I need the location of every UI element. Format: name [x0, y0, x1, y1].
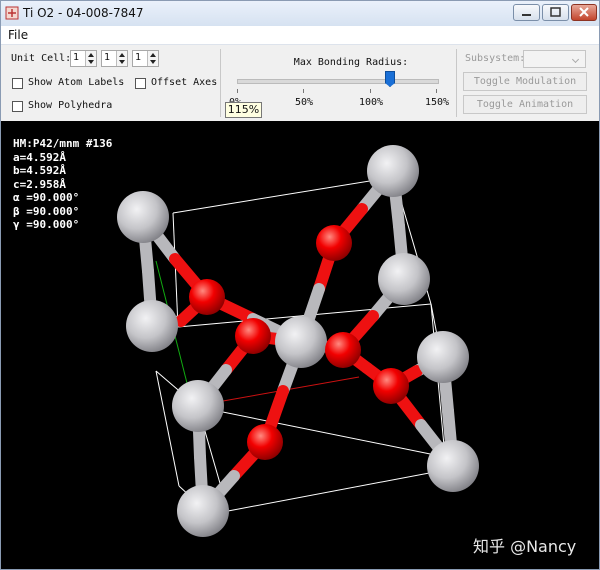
structure-viewport[interactable]: HM:P42/mnm #136 a=4.592Å b=4.592Å c=2.95… [1, 121, 599, 569]
app-window: Ti O2 - 04-008-7847 File Unit Cell: 1 1 … [0, 0, 600, 570]
spinner-arrows-icon[interactable] [85, 51, 96, 66]
slider-tick [436, 89, 437, 93]
angle-gamma-text: γ =90.000° [13, 218, 80, 231]
bonding-radius-label: Max Bonding Radius: [293, 57, 409, 68]
control-panel: Unit Cell: 1 1 1 Show Atom Labels Offset… [1, 45, 599, 121]
unit-cell-b-value: 1 [104, 52, 111, 63]
slider-tick-label: 150% [425, 97, 450, 108]
lattice-b-text: b=4.592Å [13, 164, 66, 177]
unit-cell-b-spinner[interactable]: 1 [101, 50, 128, 67]
unit-cell-a-value: 1 [73, 52, 80, 63]
menu-bar: File [1, 26, 599, 45]
title-bar[interactable]: Ti O2 - 04-008-7847 [1, 1, 599, 26]
toggle-animation-button[interactable]: Toggle Animation [463, 95, 587, 114]
titanium-atom [177, 485, 229, 537]
slider-tick [237, 89, 238, 93]
unit-cell-a-spinner[interactable]: 1 [70, 50, 97, 67]
titanium-atom [378, 253, 430, 305]
app-icon [5, 6, 19, 20]
slider-tick [370, 89, 371, 93]
spinner-arrows-icon[interactable] [147, 51, 158, 66]
slider-tick [303, 89, 304, 93]
minimize-icon [522, 14, 531, 16]
bonding-radius-slider-thumb[interactable] [385, 71, 395, 87]
close-icon [579, 7, 589, 17]
menu-file[interactable]: File [8, 28, 28, 42]
atoms [117, 145, 479, 537]
show-atom-labels-label[interactable]: Show Atom Labels [28, 77, 124, 88]
offset-axes-label[interactable]: Offset Axes [151, 77, 217, 88]
oxygen-atom [189, 279, 225, 315]
subsystem-label: Subsystem: [465, 53, 526, 64]
lattice-c-text: c=2.958Å [13, 177, 66, 191]
angle-alpha-text: α =90.000° [13, 191, 80, 204]
separator [220, 49, 221, 117]
unit-cell-label: Unit Cell: [11, 53, 72, 64]
maximize-button[interactable] [542, 4, 569, 21]
offset-axes-checkbox[interactable] [135, 78, 146, 89]
titanium-atom [172, 380, 224, 432]
oxygen-atom [316, 225, 352, 261]
close-button[interactable] [571, 4, 597, 21]
show-polyhedra-checkbox[interactable] [12, 101, 23, 112]
titanium-atom [417, 331, 469, 383]
minimize-button[interactable] [513, 4, 540, 21]
oxygen-atom [373, 368, 409, 404]
titanium-atom [367, 145, 419, 197]
toggle-modulation-button[interactable]: Toggle Modulation [463, 72, 587, 91]
space-group-text: HM:P42/mnm #136 [13, 137, 113, 150]
unit-cell-c-spinner[interactable]: 1 [132, 50, 159, 67]
show-polyhedra-label[interactable]: Show Polyhedra [28, 100, 112, 111]
oxygen-atom [235, 318, 271, 354]
spinner-arrows-icon[interactable] [116, 51, 127, 66]
titanium-atom [427, 440, 479, 492]
bonding-radius-tooltip: 115% [225, 102, 262, 118]
titanium-atom [117, 191, 169, 243]
window-title: Ti O2 - 04-008-7847 [23, 6, 144, 20]
lattice-a-text: a=4.592Å [13, 150, 66, 164]
show-atom-labels-checkbox[interactable] [12, 78, 23, 89]
slider-tick-label: 100% [359, 97, 384, 108]
unit-cell-c-value: 1 [135, 52, 142, 63]
titanium-atom [275, 316, 327, 368]
separator [456, 49, 457, 117]
slider-tick-label: 50% [295, 97, 314, 108]
cell-parameters-overlay: HM:P42/mnm #136 a=4.592Å b=4.592Å c=2.95… [13, 137, 112, 232]
maximize-icon [550, 7, 561, 17]
subsystem-select[interactable] [523, 50, 586, 68]
oxygen-atom [247, 424, 283, 460]
watermark: 知乎 @Nancy [473, 537, 577, 556]
oxygen-atom [325, 332, 361, 368]
bonding-radius-slider-track[interactable] [237, 79, 439, 84]
titanium-atom [126, 300, 178, 352]
angle-beta-text: β =90.000° [13, 204, 80, 218]
